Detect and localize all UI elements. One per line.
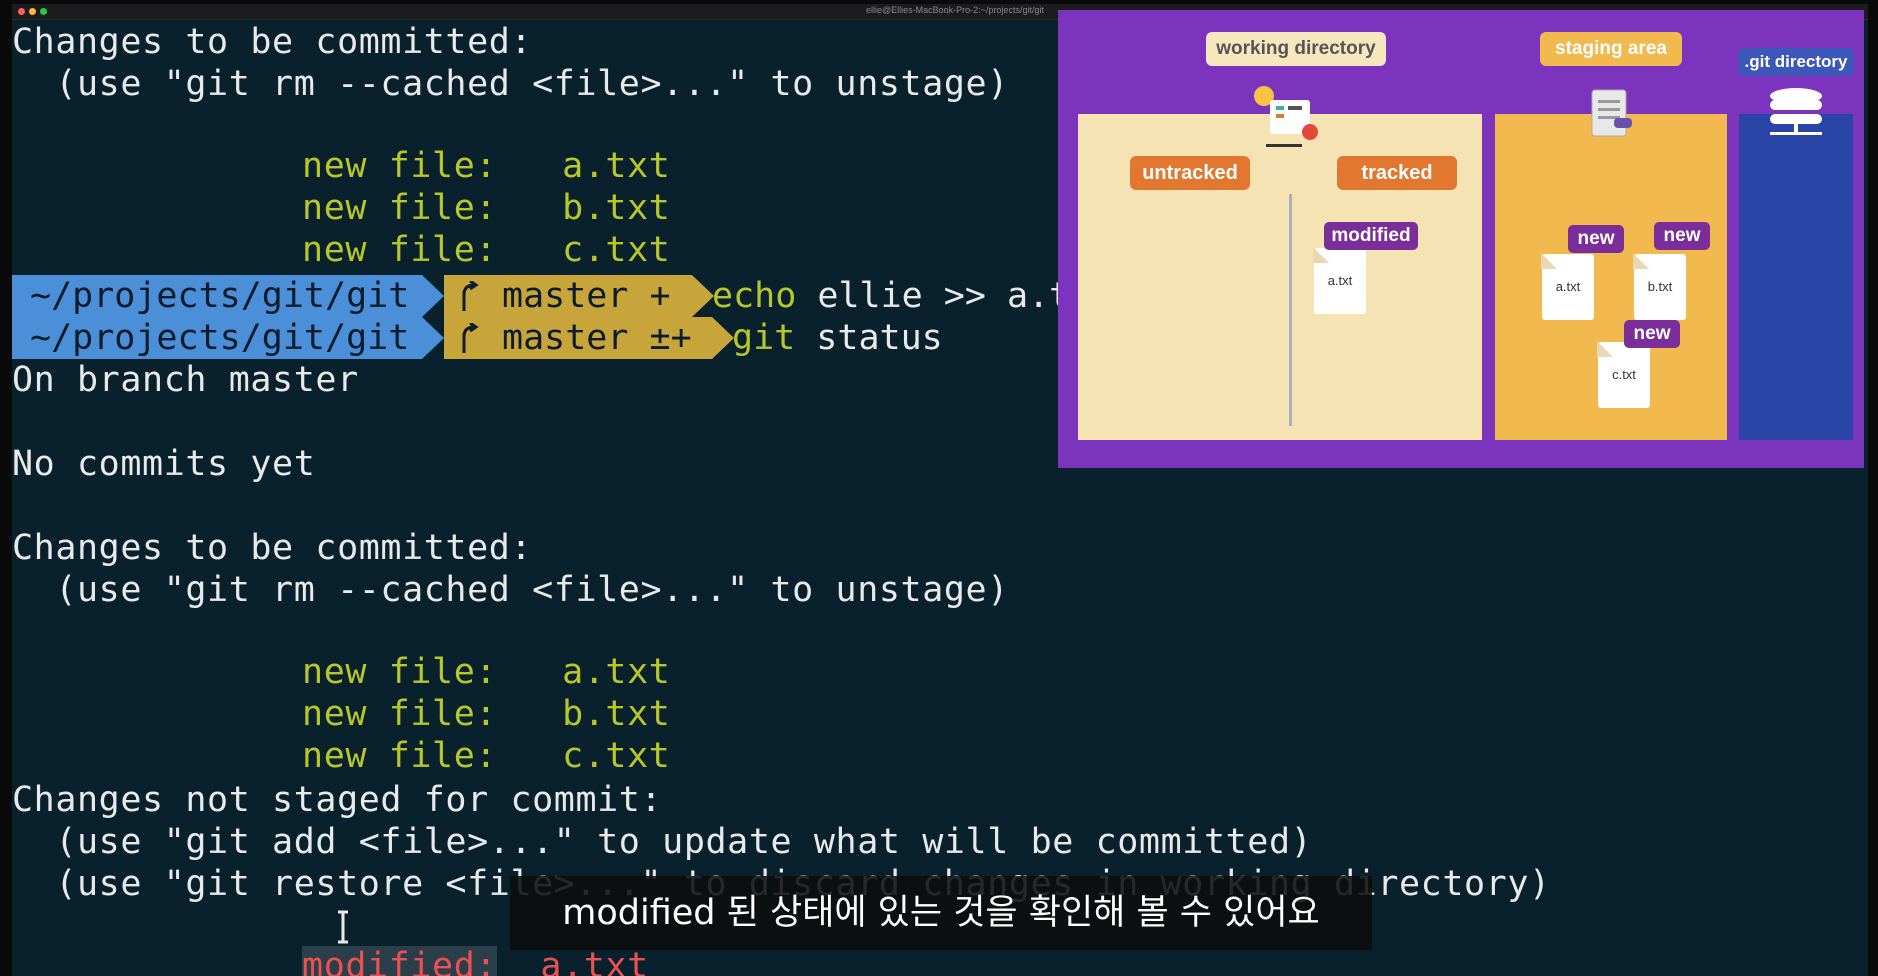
divider	[1289, 194, 1292, 426]
command-args: ellie >> a.tx	[817, 276, 1092, 316]
git-areas-diagram: working directory staging area .git dire…	[1058, 10, 1864, 468]
command-bin: git	[732, 318, 796, 358]
close-window-button[interactable]	[18, 8, 25, 15]
staged-hint: (use "git rm --cached <file>..." to unst…	[12, 570, 1009, 610]
prompt-branch: master +	[444, 275, 692, 317]
file-icon: b.txt	[1634, 254, 1686, 320]
command-args: status	[816, 318, 943, 358]
new-badge: new	[1568, 225, 1624, 253]
modified-badge: modified	[1324, 222, 1418, 250]
file-name: c.txt	[562, 736, 671, 776]
unstaged-hint: (use "git add <file>..." to update what …	[12, 822, 1313, 862]
video-subtitle: modified 된 상태에 있는 것을 확인해 볼 수 있어요	[510, 876, 1372, 950]
git-directory-panel	[1739, 114, 1853, 440]
git-branch-icon	[462, 281, 479, 311]
screen: ellie@Ellies-MacBook-Pro-2:~/projects/gi…	[0, 0, 1878, 976]
staged-file-line: new file: b.txt	[172, 654, 670, 734]
file-icon: a.txt	[1542, 254, 1594, 320]
git-directory-label: .git directory	[1738, 48, 1854, 76]
working-directory-label: working directory	[1206, 32, 1386, 66]
unstaged-header: Changes not staged for commit:	[12, 780, 663, 820]
prompt-separator	[422, 317, 444, 359]
text-cursor-icon	[338, 910, 348, 944]
file-name: c.txt	[562, 230, 671, 270]
new-badge: new	[1624, 320, 1680, 348]
prompt-separator	[712, 317, 734, 359]
file-icon: c.txt	[1598, 342, 1650, 408]
prompt-separator	[692, 275, 714, 317]
prompt-command: echo ellie >> a.tx	[712, 275, 1091, 317]
file-icon: a.txt	[1314, 248, 1366, 314]
tracked-label: tracked	[1337, 156, 1457, 190]
staged-file-line: new file: a.txt	[172, 612, 670, 692]
document-icon	[1591, 89, 1632, 137]
staged-file-line: new file: c.txt	[172, 190, 670, 270]
file-status: new file:	[302, 230, 498, 270]
no-commits-line: No commits yet	[12, 444, 316, 484]
prompt-separator	[422, 275, 444, 317]
file-name: a.txt	[540, 946, 649, 976]
command-bin: echo	[712, 276, 797, 316]
staged-file-line: new file: a.txt	[172, 106, 670, 186]
window-title: ellie@Ellies-MacBook-Pro-2:~/projects/gi…	[866, 5, 1044, 15]
staging-area-label: staging area	[1540, 32, 1682, 66]
git-branch-icon	[462, 323, 479, 353]
prompt-path: ~/projects/git/git	[12, 317, 422, 359]
staged-header: Changes to be committed:	[12, 22, 533, 62]
staged-file-line: new file: b.txt	[172, 148, 670, 228]
minimize-window-button[interactable]	[29, 8, 36, 15]
new-badge: new	[1654, 222, 1710, 250]
prompt-command: git status	[732, 317, 943, 359]
staged-file-line: new file: c.txt	[172, 696, 670, 776]
untracked-label: untracked	[1130, 156, 1250, 190]
prompt-path: ~/projects/git/git	[12, 275, 422, 317]
prompt-branch: master ±+	[444, 317, 712, 359]
on-branch-line: On branch master	[12, 360, 359, 400]
staged-header: Changes to be committed:	[12, 528, 533, 568]
staged-hint: (use "git rm --cached <file>..." to unst…	[12, 64, 1009, 104]
file-status: modified:	[302, 946, 498, 976]
database-icon	[1770, 88, 1822, 135]
workstation-icon	[1254, 86, 1318, 147]
zoom-window-button[interactable]	[40, 8, 47, 15]
file-status: new file:	[302, 736, 498, 776]
